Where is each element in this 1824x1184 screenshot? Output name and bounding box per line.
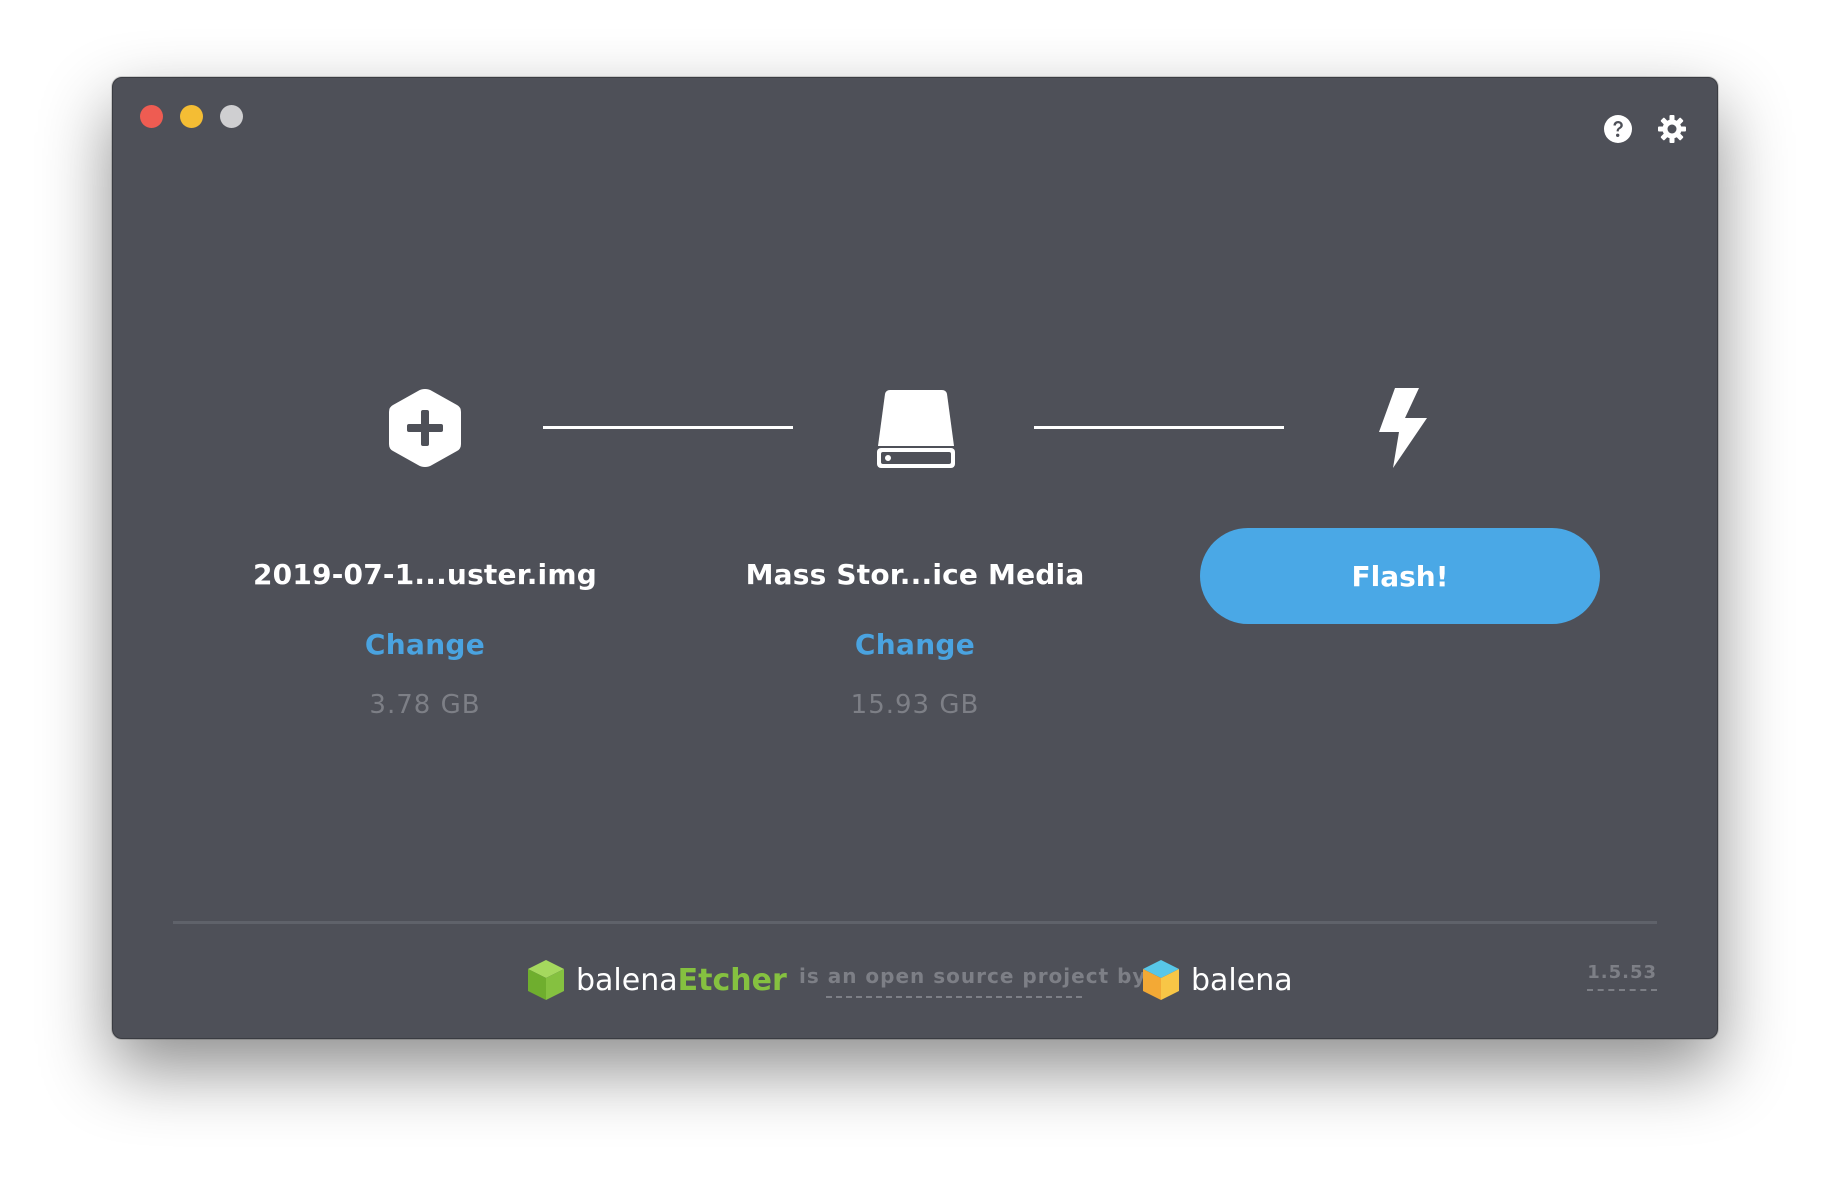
change-image-link[interactable]: Change	[215, 628, 635, 661]
flash-icon	[1371, 386, 1431, 470]
target-drive-name: Mass Stor...ice Media	[745, 558, 1085, 591]
flash-button[interactable]: Flash!	[1200, 528, 1600, 624]
source-image-name: 2019-07-1...uster.img	[253, 558, 597, 591]
help-icon[interactable]	[1603, 114, 1633, 144]
balena-cube-icon	[1143, 960, 1179, 1000]
version-label[interactable]: 1.5.53	[1587, 962, 1657, 991]
change-drive-link[interactable]: Change	[705, 628, 1125, 661]
etcher-brand-suffix: Etcher	[677, 962, 787, 998]
footer: balenaEtcher is an open source project b…	[113, 958, 1717, 1002]
settings-icon[interactable]	[1657, 114, 1687, 144]
minimize-window-button[interactable]	[180, 105, 203, 128]
app-window: 2019-07-1...uster.img Change 3.78 GB Mas…	[112, 77, 1718, 1039]
source-image-panel: 2019-07-1...uster.img Change 3.78 GB	[215, 78, 635, 778]
etcher-logo-link[interactable]: balenaEtcher	[526, 958, 787, 1002]
etcher-brand-prefix: balena	[576, 962, 678, 998]
etcher-cube-icon	[528, 960, 564, 1000]
tagline-underline	[826, 996, 1082, 998]
target-drive-size: 15.93 GB	[850, 690, 980, 720]
source-image-size: 3.78 GB	[369, 690, 481, 720]
balena-brand-text: balena	[1191, 962, 1293, 998]
footer-tagline[interactable]: is an open source project by	[799, 964, 1146, 988]
footer-divider	[173, 921, 1657, 924]
balena-logo-link[interactable]: balena	[1141, 958, 1293, 1002]
target-drive-panel: Mass Stor...ice Media Change 15.93 GB	[705, 78, 1125, 778]
close-window-button[interactable]	[140, 105, 163, 128]
header-actions	[1603, 114, 1687, 144]
